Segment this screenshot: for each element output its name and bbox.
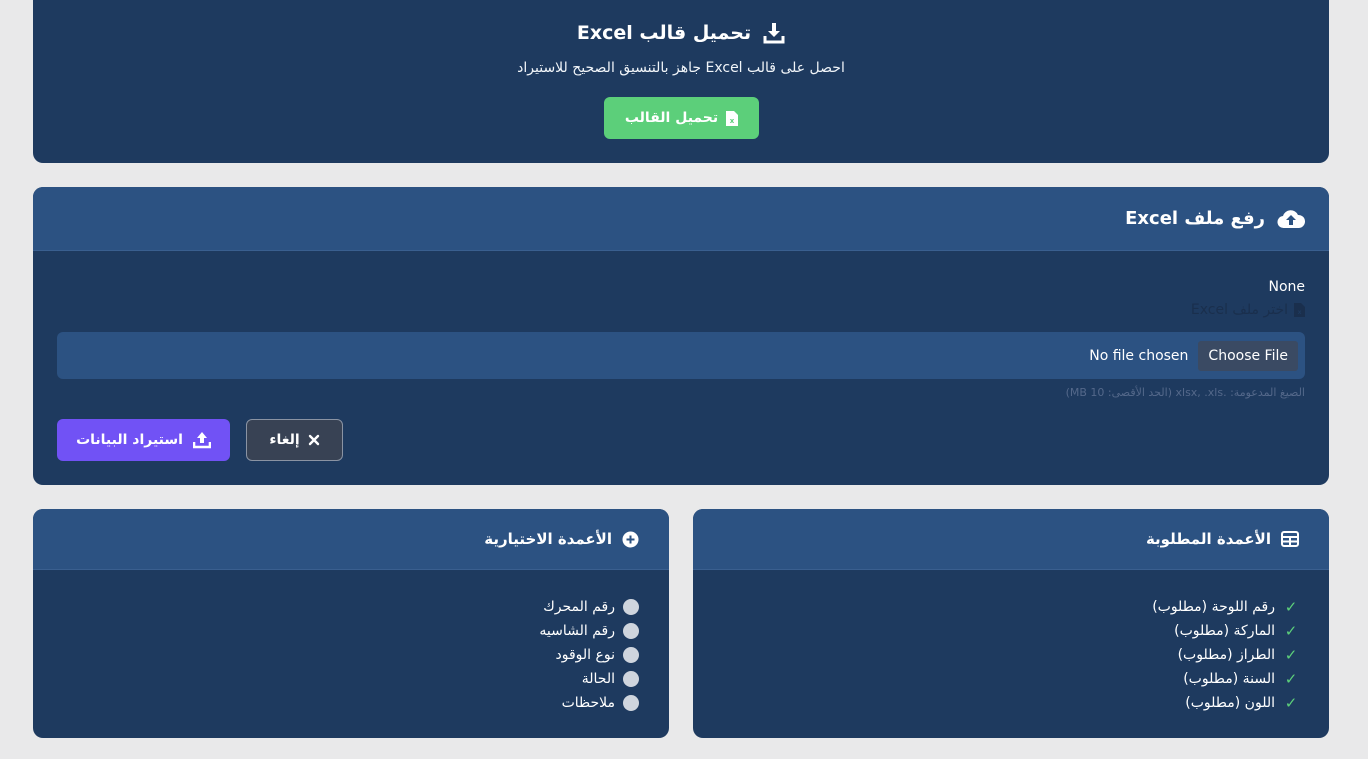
optional-column-label: نوع الوقود xyxy=(555,647,615,663)
upload-card: رفع ملف Excel None x اختر ملف Excel Choo… xyxy=(33,187,1329,485)
circle-dot-icon xyxy=(623,671,639,687)
upload-icon xyxy=(192,431,211,449)
cancel-button-label: إلغاء xyxy=(269,432,300,448)
import-data-button[interactable]: استيراد البيانات xyxy=(57,419,230,461)
check-icon: ✓ xyxy=(1284,622,1298,640)
list-item: ✓ اللون (مطلوب) xyxy=(1152,691,1299,715)
optional-columns-card: الأعمدة الاختيارية رقم المحرك رقم الشاسي… xyxy=(33,509,669,738)
close-icon xyxy=(308,434,320,446)
list-item: الحالة xyxy=(539,667,639,691)
template-card-description: احصل على قالب Excel جاهز بالتنسيق الصحيح… xyxy=(517,60,845,76)
required-column-label: السنة (مطلوب) xyxy=(1183,671,1275,687)
download-template-label: تحميل القالب xyxy=(624,110,719,126)
template-card-header: تحميل قالب Excel xyxy=(33,22,1329,44)
check-icon: ✓ xyxy=(1284,598,1298,616)
required-columns-card: الأعمدة المطلوبة ✓ رقم اللوحة (مطلوب) ✓ ال… xyxy=(693,509,1329,738)
list-item: ✓ السنة (مطلوب) xyxy=(1152,667,1299,691)
file-label-text: اختر ملف Excel xyxy=(1190,302,1288,318)
cancel-button[interactable]: إلغاء xyxy=(246,419,343,461)
circle-dot-icon xyxy=(623,647,639,663)
check-icon: ✓ xyxy=(1284,670,1298,688)
supported-formats-hint: الصيغ المدعومة: .xlsx, .xls (الحد الأقصى… xyxy=(1065,386,1305,399)
list-item: رقم المحرك xyxy=(539,595,639,619)
template-card-title: تحميل قالب Excel xyxy=(576,22,752,44)
list-item: رقم الشاسيه xyxy=(539,619,639,643)
import-button-label: استيراد البيانات xyxy=(76,432,183,448)
list-item: ملاحظات xyxy=(539,691,639,715)
none-text: None xyxy=(1268,279,1305,295)
svg-text:x: x xyxy=(1298,309,1302,316)
optional-column-label: رقم الشاسيه xyxy=(539,623,615,639)
template-download-card: تحميل قالب Excel احصل على قالب Excel جاه… xyxy=(33,0,1329,163)
table-icon xyxy=(1281,531,1299,547)
optional-columns-title: الأعمدة الاختيارية xyxy=(484,530,612,548)
optional-column-label: رقم المحرك xyxy=(543,599,615,615)
excel-file-icon: x xyxy=(726,110,739,126)
choose-file-button[interactable]: Choose File xyxy=(1198,340,1298,371)
plus-circle-icon xyxy=(622,531,639,548)
list-item: ✓ الماركة (مطلوب) xyxy=(1152,619,1299,643)
circle-dot-icon xyxy=(623,599,639,615)
list-item: نوع الوقود xyxy=(539,643,639,667)
download-template-button[interactable]: x تحميل القالب xyxy=(604,97,759,139)
required-columns-title: الأعمدة المطلوبة xyxy=(1145,530,1271,548)
file-input-label: x اختر ملف Excel xyxy=(1191,302,1305,318)
cloud-upload-icon xyxy=(1277,209,1305,229)
list-item: ✓ رقم اللوحة (مطلوب) xyxy=(1152,595,1299,619)
file-input[interactable]: Choose File No file chosen xyxy=(57,332,1305,379)
no-file-chosen-text: No file chosen xyxy=(1089,347,1189,364)
required-column-label: الطراز (مطلوب) xyxy=(1177,647,1275,663)
optional-columns-header: الأعمدة الاختيارية xyxy=(33,509,669,570)
circle-dot-icon xyxy=(623,695,639,711)
optional-column-label: الحالة xyxy=(581,671,615,687)
list-item: ✓ الطراز (مطلوب) xyxy=(1152,643,1299,667)
check-icon: ✓ xyxy=(1284,646,1298,664)
optional-columns-list: رقم المحرك رقم الشاسيه نوع الوقود الحالة… xyxy=(539,595,639,715)
upload-card-header: رفع ملف Excel xyxy=(33,187,1329,251)
required-column-label: اللون (مطلوب) xyxy=(1185,695,1275,711)
required-column-label: الماركة (مطلوب) xyxy=(1174,623,1275,639)
required-columns-header: الأعمدة المطلوبة xyxy=(693,509,1329,570)
circle-dot-icon xyxy=(623,623,639,639)
svg-text:x: x xyxy=(730,117,735,125)
check-icon: ✓ xyxy=(1284,694,1298,712)
upload-card-title: رفع ملف Excel xyxy=(1125,208,1265,229)
excel-file-icon: x xyxy=(1294,303,1305,317)
required-columns-list: ✓ رقم اللوحة (مطلوب) ✓ الماركة (مطلوب) ✓ ال… xyxy=(1152,595,1299,715)
required-column-label: رقم اللوحة (مطلوب) xyxy=(1152,599,1275,615)
download-icon xyxy=(763,22,785,44)
optional-column-label: ملاحظات xyxy=(561,695,615,711)
